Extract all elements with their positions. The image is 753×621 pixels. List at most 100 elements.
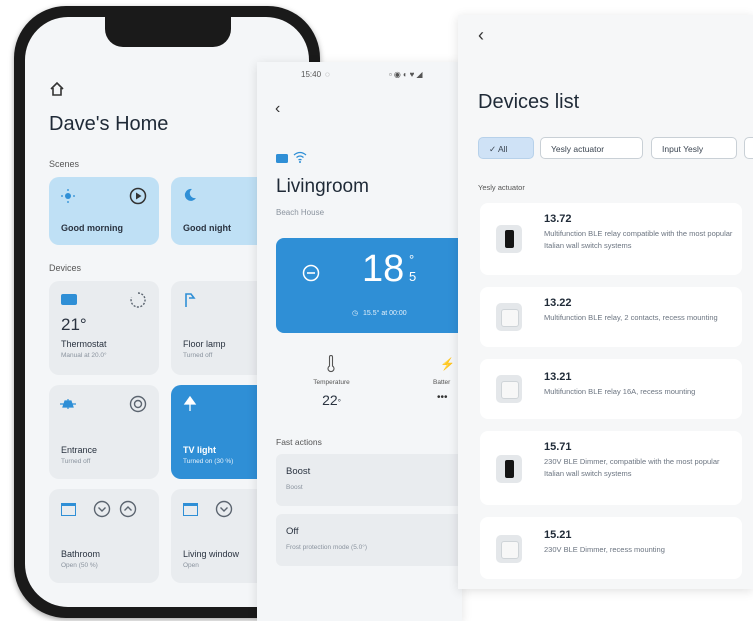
- back-icon[interactable]: ‹: [478, 25, 484, 46]
- scene-good-morning[interactable]: Good morning: [49, 177, 159, 245]
- room-screen: 15:40 ◌ ▫◉◐♥◢ ‹ Livingroom Beach House 1…: [257, 62, 462, 621]
- device-description: Multifunction BLE relay compatible with …: [544, 229, 733, 250]
- device-code: 15.21: [544, 529, 572, 541]
- device-bathroom[interactable]: Bathroom Open (50 %): [49, 489, 159, 583]
- filter-chip-input-yesly[interactable]: Input Yesly: [651, 137, 737, 159]
- chip-label: All: [498, 144, 508, 154]
- stat-battery-value: •••: [437, 392, 448, 403]
- device-item-15-71[interactable]: 15.71 230V BLE Dimmer, compatible with t…: [480, 431, 742, 505]
- setpoint-text: 15.5° at 00:00: [363, 310, 407, 317]
- devices-label: Devices: [49, 263, 82, 273]
- fast-action-off[interactable]: Off Frost protection mode (5.0°): [276, 514, 462, 566]
- status-time: 15:40: [301, 70, 322, 79]
- device-description: Multifunction BLE relay, 2 contacts, rec…: [544, 313, 718, 322]
- device-thermostat[interactable]: 21° Thermostat Manual at 20.0°: [49, 281, 159, 375]
- scene-name: Good morning: [61, 223, 123, 233]
- fast-actions-label: Fast actions: [276, 437, 322, 447]
- wifi-icon: [293, 151, 307, 163]
- chip-label: Yesly actuator: [551, 144, 605, 154]
- window-icon: [61, 503, 76, 516]
- device-image: [496, 225, 522, 253]
- device-name: Floor lamp: [183, 339, 226, 349]
- clock-icon: ◷: [352, 310, 359, 317]
- device-description: 230V BLE Dimmer, compatible with the mos…: [544, 457, 720, 478]
- stat-temperature-value: 22: [322, 392, 338, 408]
- device-code: 13.21: [544, 371, 572, 383]
- device-item-13-72[interactable]: 13.72 Multifunction BLE relay compatible…: [480, 203, 742, 275]
- stat-temperature-unit: °: [337, 398, 341, 407]
- device-code: 15.71: [544, 441, 572, 453]
- status-icons: ▫◉◐♥◢: [389, 70, 425, 79]
- play-icon[interactable]: [129, 187, 147, 205]
- temperature-card[interactable]: 18 ° 5 ◷ 15.5° at 00:00: [276, 238, 462, 333]
- filter-chip-yesly-actuator[interactable]: Yesly actuator: [540, 137, 643, 159]
- device-item-13-22[interactable]: 13.22 Multifunction BLE relay, 2 contact…: [480, 287, 742, 347]
- floor-lamp-icon: [185, 293, 196, 307]
- device-image: [496, 375, 522, 403]
- device-name: Entrance: [61, 445, 98, 455]
- chevron-down-icon[interactable]: [215, 500, 233, 518]
- device-name: Bathroom: [61, 549, 101, 559]
- device-name: TV light: [183, 445, 216, 455]
- device-entrance[interactable]: Entrance Turned off: [49, 385, 159, 479]
- thermostat-icon: [61, 294, 77, 305]
- device-status: Open (50 %): [61, 562, 98, 569]
- stat-temperature: 22°: [304, 392, 359, 408]
- back-icon[interactable]: ‹: [275, 100, 280, 118]
- stat-temperature-label: Temperature: [313, 379, 350, 386]
- device-image: [496, 303, 522, 331]
- scenes-label: Scenes: [49, 159, 80, 169]
- devices-list-screen: ‹ Devices list ✓ All Yesly actuator Inpu…: [458, 15, 753, 589]
- device-status: Open: [183, 562, 199, 569]
- temperature-main: 18: [362, 248, 405, 290]
- fast-action-title: Off: [286, 526, 299, 537]
- device-status: Turned off: [61, 458, 91, 465]
- home-title: Dave's Home: [49, 113, 169, 135]
- temperature-decimal: 5: [409, 269, 417, 284]
- device-status: Turned off: [183, 352, 213, 359]
- thermostat-icon: [276, 154, 288, 163]
- chevron-up-icon[interactable]: [119, 500, 137, 518]
- device-description: 230V BLE Dimmer, recess mounting: [544, 545, 665, 554]
- phone-notch: [105, 17, 231, 47]
- energy-icon: ⚡: [440, 357, 455, 371]
- history-icon[interactable]: [129, 291, 147, 309]
- room-location: Beach House: [276, 208, 325, 217]
- thermostat-value: 21°: [61, 315, 87, 334]
- device-code: 13.72: [544, 213, 572, 225]
- device-image: [496, 535, 522, 563]
- window-icon: [183, 503, 198, 516]
- fast-action-sub: Frost protection mode (5.0°): [286, 544, 367, 551]
- device-item-13-21[interactable]: 13.21 Multifunction BLE relay 16A, reces…: [480, 359, 742, 419]
- scene-name: Good night: [183, 223, 231, 233]
- device-item-15-21[interactable]: 15.21 230V BLE Dimmer, recess mounting: [480, 517, 742, 579]
- fast-action-boost[interactable]: Boost Boost: [276, 454, 462, 506]
- moon-icon: [184, 188, 196, 201]
- device-status: Manual at 20.0°: [61, 352, 107, 359]
- filter-chip-all[interactable]: ✓ All: [478, 137, 534, 159]
- power-icon[interactable]: [129, 395, 147, 413]
- device-description: Multifunction BLE relay 16A, recess moun…: [544, 387, 696, 396]
- sun-icon: [61, 189, 75, 203]
- room-title: Livingroom: [276, 176, 369, 197]
- thermometer-icon: [327, 355, 335, 373]
- filter-chip-more[interactable]: [744, 137, 753, 159]
- fast-action-sub: Boost: [286, 484, 303, 491]
- group-label: Yesly actuator: [478, 183, 525, 192]
- chip-label: Input Yesly: [662, 144, 704, 154]
- device-image: [496, 455, 522, 483]
- device-status: Turned on (30 %): [183, 458, 234, 465]
- device-name: Living window: [183, 549, 240, 559]
- ceiling-light-icon: [60, 399, 76, 409]
- fast-action-title: Boost: [286, 466, 311, 477]
- tv-light-icon: [183, 396, 197, 411]
- page-title: Devices list: [478, 91, 580, 113]
- device-code: 13.22: [544, 297, 572, 309]
- temperature-degree: °: [409, 252, 415, 267]
- check-icon: ✓: [489, 144, 499, 154]
- minus-icon[interactable]: [302, 264, 320, 282]
- chevron-down-icon[interactable]: [93, 500, 111, 518]
- home-icon[interactable]: [49, 81, 65, 97]
- whatsapp-icon: ◌: [325, 70, 330, 79]
- device-name: Thermostat: [61, 339, 107, 349]
